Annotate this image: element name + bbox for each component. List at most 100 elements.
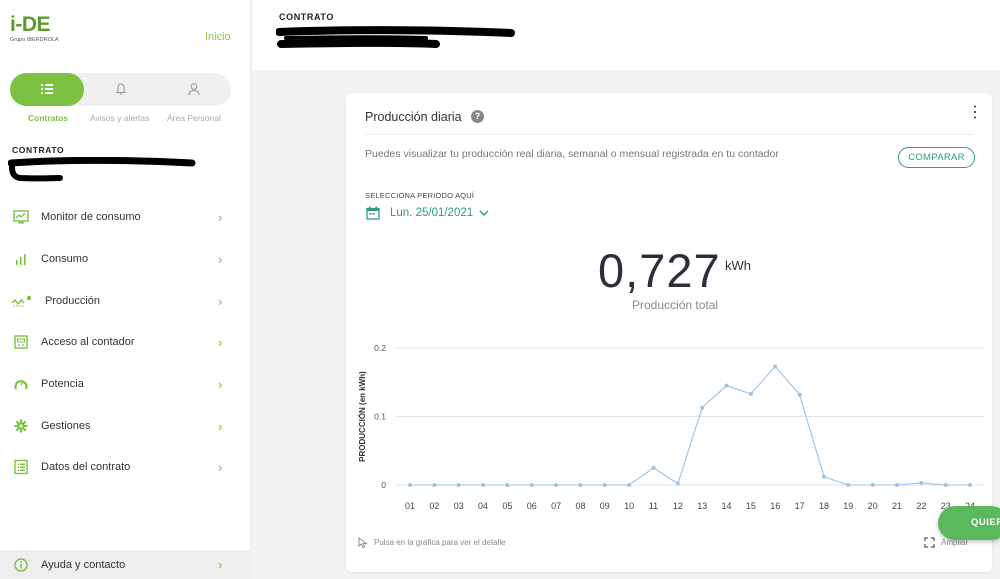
x-tick-label: 14 xyxy=(722,501,732,511)
sidebar-item-label: Producción xyxy=(45,295,101,307)
data-point[interactable] xyxy=(968,483,973,487)
y-axis-label: PRODUCCIÓN (en kWh) xyxy=(358,371,367,462)
sidebar-item-label: Monitor de consumo xyxy=(41,211,141,223)
chevron-right-icon: › xyxy=(218,459,223,475)
logo-text: i-DE xyxy=(10,13,50,36)
data-point[interactable] xyxy=(724,383,729,388)
x-tick-label: 07 xyxy=(551,501,561,511)
x-tick-label: 12 xyxy=(673,501,683,511)
production-chart[interactable]: 0 0.1 0.2 PRODUCCIÓN (en kWh) 01 02 03 04 05 06… xyxy=(346,93,992,572)
y-tick-label: 0.1 xyxy=(374,412,386,422)
x-tick-label: 10 xyxy=(624,501,634,511)
data-point[interactable] xyxy=(895,483,899,487)
sidebar-item-label: Acceso al contador xyxy=(41,336,135,348)
chart-hint: Pulsa en la gráfica para ver el detalle xyxy=(358,537,506,548)
data-point[interactable] xyxy=(870,483,875,487)
bell-icon[interactable] xyxy=(114,82,128,96)
data-point[interactable] xyxy=(529,483,534,487)
chevron-right-icon: › xyxy=(218,251,223,267)
chevron-right-icon: › xyxy=(218,557,223,572)
x-tick-label: 05 xyxy=(502,501,512,511)
sidebar-item-label: Ayuda y contacto xyxy=(41,558,126,571)
y-tick-label: 0.2 xyxy=(374,343,386,353)
list-icon xyxy=(41,84,53,94)
solar-production-icon xyxy=(11,295,32,307)
chevron-right-icon: › xyxy=(218,209,223,225)
y-tick-label: 0 xyxy=(381,480,386,490)
sidebar-item-acceso-contador[interactable]: Acceso al contador › xyxy=(0,322,251,362)
section-tabs xyxy=(10,73,231,106)
sidebar-contract-heading: CONTRATO xyxy=(12,145,65,155)
monitor-icon xyxy=(13,210,29,224)
user-icon[interactable] xyxy=(187,82,201,96)
data-point[interactable] xyxy=(675,481,680,486)
sidebar-item-label: Consumo xyxy=(41,253,89,265)
sidebar-item-gestiones[interactable]: Gestiones › xyxy=(0,406,251,446)
data-point[interactable] xyxy=(919,480,924,485)
floating-action-button[interactable]: QUIER xyxy=(938,506,1000,540)
cursor-icon xyxy=(358,537,368,548)
expand-icon xyxy=(924,537,935,548)
sidebar-item-label: Datos del contrato xyxy=(41,461,131,473)
data-point[interactable] xyxy=(578,483,583,487)
x-tick-label: 17 xyxy=(795,501,805,511)
redacted-contract-address xyxy=(276,26,515,48)
data-point[interactable] xyxy=(554,483,559,487)
x-tick-label: 01 xyxy=(405,501,415,511)
data-point[interactable] xyxy=(821,474,826,479)
data-point[interactable] xyxy=(943,483,948,487)
x-tick-label: 18 xyxy=(819,501,829,511)
x-tick-label: 16 xyxy=(770,501,780,511)
redacted-contract-id xyxy=(8,157,196,182)
x-tick-label: 13 xyxy=(697,501,707,511)
data-point[interactable] xyxy=(748,391,753,396)
sidebar-item-ayuda[interactable]: Ayuda y contacto › xyxy=(0,550,251,579)
data-point[interactable] xyxy=(846,483,851,487)
data-point[interactable] xyxy=(627,483,632,487)
data-point[interactable] xyxy=(602,483,607,487)
sidebar-item-consumo[interactable]: Consumo › xyxy=(0,239,251,279)
brand-logo[interactable]: i-DE Grupo IBERDROLA xyxy=(10,13,59,44)
gear-icon xyxy=(14,419,28,433)
page-header: CONTRATO xyxy=(252,0,1000,70)
sidebar-item-label: Potencia xyxy=(41,378,84,390)
daily-production-card: Producción diaria ? ⋮ Puedes visualizar … xyxy=(346,93,992,572)
data-point[interactable] xyxy=(700,405,705,410)
data-point[interactable] xyxy=(408,483,412,487)
chevron-right-icon: › xyxy=(218,334,223,350)
sidebar-item-datos-contrato[interactable]: Datos del contrato › xyxy=(0,447,251,487)
x-tick-label: 08 xyxy=(575,501,585,511)
meter-icon xyxy=(14,335,28,349)
logo-subtext: Grupo IBERDROLA xyxy=(10,37,59,43)
data-point[interactable] xyxy=(797,392,802,397)
home-link[interactable]: Inicio xyxy=(205,31,231,43)
data-point[interactable] xyxy=(432,483,437,487)
data-point[interactable] xyxy=(773,364,778,369)
series-line xyxy=(410,365,971,486)
x-tick-label: 20 xyxy=(868,501,878,511)
tab-label-area-personal[interactable]: Área Personal xyxy=(167,113,221,123)
x-tick-label: 19 xyxy=(843,501,853,511)
data-point[interactable] xyxy=(456,483,461,487)
data-point[interactable] xyxy=(651,465,656,470)
chevron-right-icon: › xyxy=(218,293,223,309)
x-tick-label: 15 xyxy=(746,501,756,511)
sidebar-item-monitor-consumo[interactable]: Monitor de consumo › xyxy=(0,197,251,237)
sidebar-item-potencia[interactable]: Potencia › xyxy=(0,364,251,404)
data-point[interactable] xyxy=(481,483,486,487)
chevron-right-icon: › xyxy=(218,376,223,392)
document-list-icon xyxy=(14,459,28,475)
tab-label-contratos[interactable]: Contratos xyxy=(28,113,68,123)
tab-label-avisos[interactable]: Avisos y alertas xyxy=(90,113,149,123)
x-tick-label: 22 xyxy=(916,501,926,511)
sidebar-item-label: Gestiones xyxy=(41,420,91,432)
header-contract-heading: CONTRATO xyxy=(279,12,334,22)
sidebar-item-produccion[interactable]: Producción › xyxy=(0,281,251,321)
data-point[interactable] xyxy=(505,483,510,487)
x-tick-label: 02 xyxy=(429,501,439,511)
info-icon xyxy=(14,557,28,572)
x-tick-label: 06 xyxy=(527,501,537,511)
x-tick-label: 21 xyxy=(892,501,902,511)
x-tick-label: 09 xyxy=(600,501,610,511)
x-tick-label: 04 xyxy=(478,501,488,511)
